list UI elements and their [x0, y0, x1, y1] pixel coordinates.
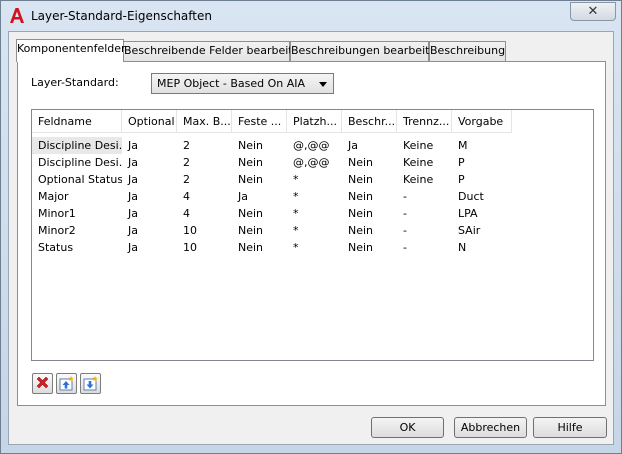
- table-cell: 2: [183, 173, 190, 186]
- layer-standard-dropdown[interactable]: MEP Object - Based On AIA: [151, 73, 334, 94]
- table-cell: Ja: [128, 173, 138, 186]
- table-cell: Nein: [348, 241, 374, 254]
- help-button[interactable]: Hilfe: [533, 417, 607, 438]
- table-row[interactable]: Status Ja 10 Nein * Nein - N: [32, 239, 593, 256]
- table-cell: @,@@: [293, 139, 330, 152]
- table-cell: Keine: [403, 156, 434, 169]
- table-cell: 2: [183, 156, 190, 169]
- table-cell: Keine: [403, 139, 434, 152]
- move-up-button[interactable]: [56, 373, 77, 394]
- column-header[interactable]: Feste ...: [232, 110, 287, 133]
- tab-beschreibende-felder-bearbeiten[interactable]: Beschreibende Felder bearbeiten: [123, 41, 306, 61]
- table-cell: Nein: [238, 207, 264, 220]
- table-cell: Major: [38, 190, 69, 203]
- table-cell: Nein: [348, 224, 374, 237]
- delete-icon: [36, 376, 49, 389]
- table-cell: *: [293, 173, 299, 186]
- dropdown-arrow-icon: [319, 82, 327, 87]
- table-cell: Minor2: [38, 224, 76, 237]
- window-title: Layer-Standard-Eigenschaften: [31, 9, 212, 23]
- tab-panel-komponentenfelder: Layer-Standard: MEP Object - Based On AI…: [17, 61, 606, 406]
- table-cell: Ja: [128, 190, 138, 203]
- table-cell: -: [403, 241, 407, 254]
- ok-button[interactable]: OK: [371, 417, 444, 438]
- table-cell: 4: [183, 190, 190, 203]
- table-cell: Nein: [348, 207, 374, 220]
- table-cell: N: [458, 241, 467, 254]
- table-cell: -: [403, 190, 407, 203]
- close-icon: ✕: [587, 4, 599, 19]
- table-cell: Discipline Desi...: [38, 156, 122, 169]
- close-button[interactable]: ✕: [570, 2, 616, 21]
- column-header[interactable]: Platzh...: [287, 110, 342, 133]
- tab-beschreibung[interactable]: Beschreibung: [429, 41, 506, 61]
- table-cell: Nein: [348, 190, 374, 203]
- table-cell: *: [293, 241, 299, 254]
- move-down-button[interactable]: [80, 373, 101, 394]
- cancel-button[interactable]: Abbrechen: [454, 417, 527, 438]
- table-cell: P: [458, 156, 465, 169]
- table-cell: 10: [183, 224, 197, 237]
- column-header[interactable]: Max. B...: [177, 110, 232, 133]
- dialog-body: Komponentenfelder Beschreibende Felder be…: [8, 31, 614, 445]
- table-cell: Nein: [238, 241, 264, 254]
- table-cell: LPA: [458, 207, 478, 220]
- table-cell: M: [458, 139, 468, 152]
- tab-beschreibungen-bearbeiten[interactable]: Beschreibungen bearbeiten: [290, 41, 443, 61]
- table-cell: Nein: [238, 156, 264, 169]
- column-header[interactable]: Beschr...: [342, 110, 397, 133]
- move-up-icon: [59, 376, 74, 391]
- table-header: Feldname Optional Max. B... Feste ... Platzh…: [32, 110, 593, 134]
- table-cell: -: [403, 224, 407, 237]
- table-cell: Ja: [128, 156, 138, 169]
- table-row[interactable]: Optional Status Ja 2 Nein * Nein Keine P: [32, 171, 593, 188]
- table-cell: Ja: [238, 190, 248, 203]
- table-cell: Nein: [238, 139, 264, 152]
- table-cell: 10: [183, 241, 197, 254]
- table-cell: Nein: [348, 156, 374, 169]
- table-cell: Ja: [128, 207, 138, 220]
- table-cell: Nein: [238, 224, 264, 237]
- table-cell: Ja: [128, 139, 138, 152]
- table-row[interactable]: Major Ja 4 Ja * Nein - Duct: [32, 188, 593, 205]
- table-cell: Nein: [238, 173, 264, 186]
- table-row[interactable]: Discipline Desi... Ja 2 Nein @,@@ Ja Keine M: [32, 137, 593, 154]
- table-cell: -: [403, 207, 407, 220]
- column-header[interactable]: Vorgabe: [452, 110, 512, 133]
- components-table[interactable]: Feldname Optional Max. B... Feste ... Platzh…: [31, 109, 594, 361]
- table-cell: *: [293, 224, 299, 237]
- table-cell: Ja: [128, 224, 138, 237]
- move-down-icon: [83, 376, 98, 391]
- table-cell: Ja: [128, 241, 138, 254]
- dialog-window: Layer-Standard-Eigenschaften ✕ Komponent…: [0, 0, 622, 454]
- table-cell: 2: [183, 139, 190, 152]
- table-cell: Discipline Desi...: [32, 137, 122, 154]
- table-cell: SAir: [458, 224, 481, 237]
- table-cell: *: [293, 190, 299, 203]
- table-cell: @,@@: [293, 156, 330, 169]
- column-header[interactable]: Trennz...: [397, 110, 452, 133]
- table-row[interactable]: Discipline Desi... Ja 2 Nein @,@@ Nein Keine P: [32, 154, 593, 171]
- app-logo-icon: [10, 8, 24, 23]
- layer-standard-value: MEP Object - Based On AIA: [157, 77, 306, 90]
- table-cell: Keine: [403, 173, 434, 186]
- column-header[interactable]: Feldname: [32, 110, 122, 133]
- table-cell: Nein: [348, 173, 374, 186]
- table-cell: Duct: [458, 190, 484, 203]
- table-cell: Optional Status: [38, 173, 122, 186]
- tab-komponentenfelder[interactable]: Komponentenfelder: [16, 39, 126, 62]
- title-bar: Layer-Standard-Eigenschaften ✕: [1, 1, 621, 31]
- layer-standard-label: Layer-Standard:: [31, 76, 119, 89]
- table-row[interactable]: Minor2 Ja 10 Nein * Nein - SAir: [32, 222, 593, 239]
- table-row[interactable]: Minor1 Ja 4 Nein * Nein - LPA: [32, 205, 593, 222]
- delete-button[interactable]: [32, 373, 53, 394]
- column-header[interactable]: Optional: [122, 110, 177, 133]
- table-cell: Minor1: [38, 207, 76, 220]
- table-cell: *: [293, 207, 299, 220]
- table-cell: P: [458, 173, 465, 186]
- table-cell: 4: [183, 207, 190, 220]
- table-cell: Ja: [348, 139, 358, 152]
- table-cell: Status: [38, 241, 74, 254]
